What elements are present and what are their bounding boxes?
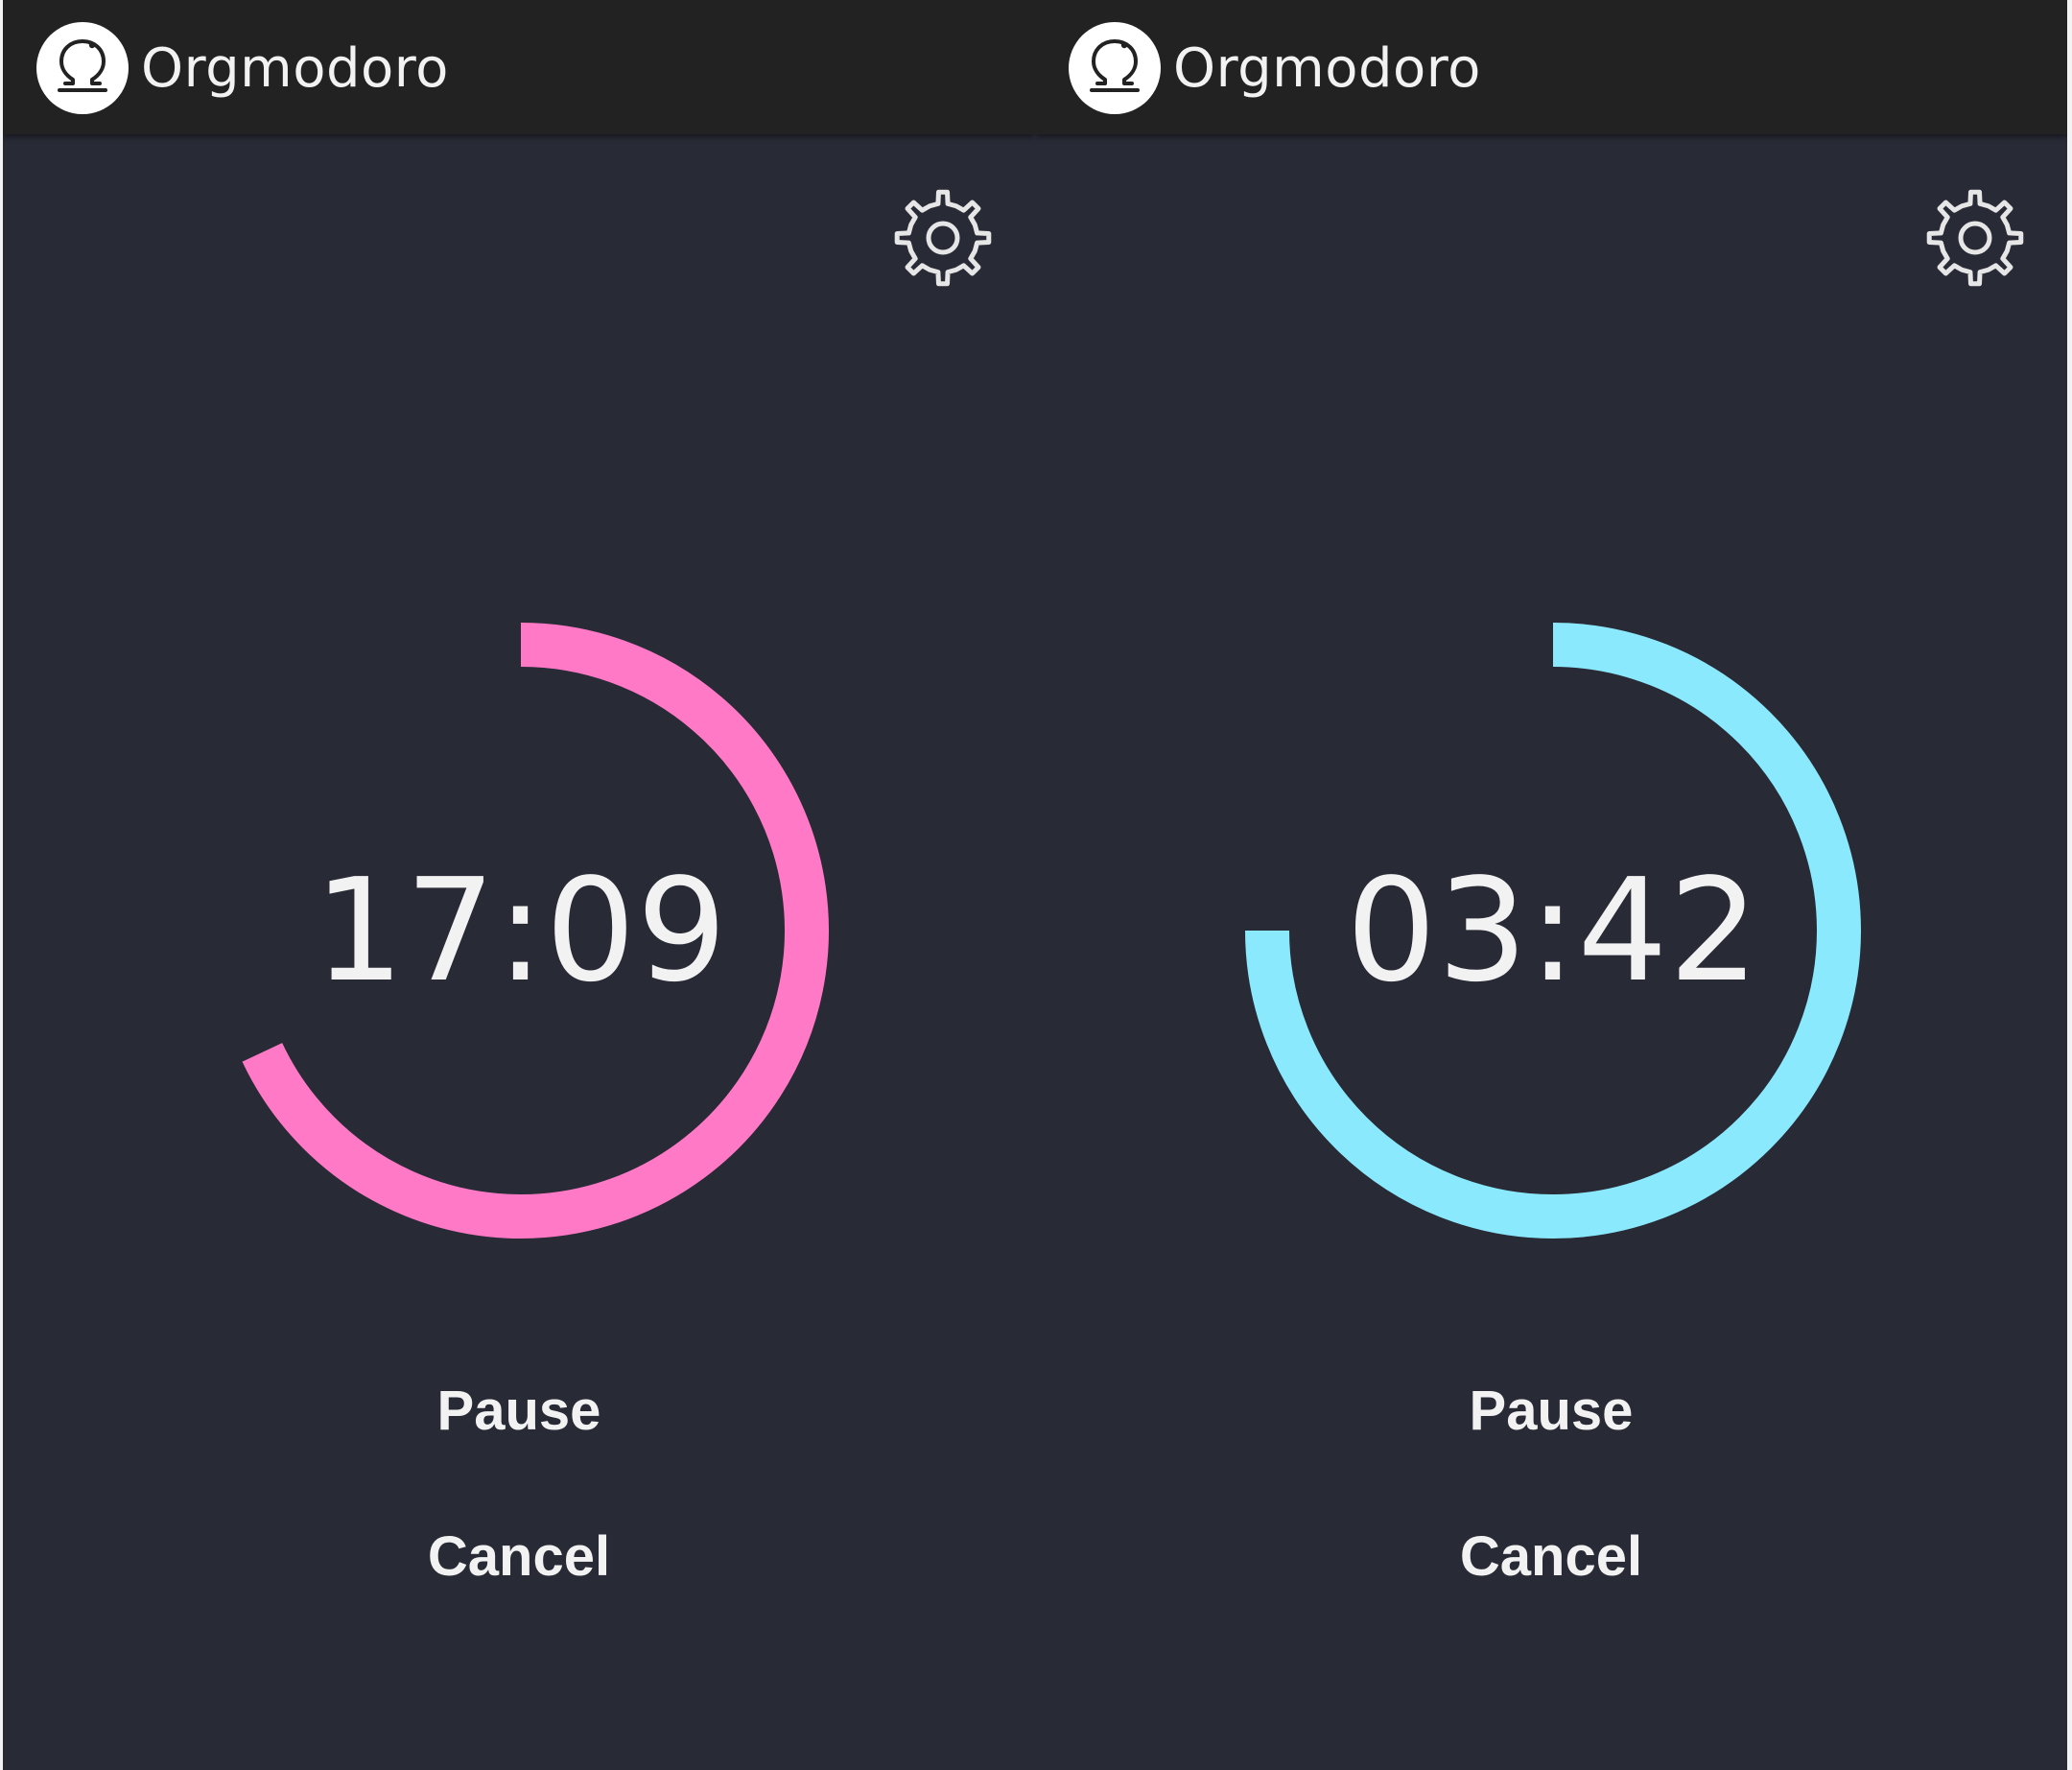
settings-button[interactable]: [893, 188, 993, 288]
app-title: Orgmodoro: [141, 37, 449, 100]
app-bar: Orgmodoro: [3, 0, 1035, 134]
timer-dial: 17:09: [195, 604, 847, 1257]
pause-button[interactable]: Pause: [1035, 1379, 2067, 1443]
gear-icon: [894, 189, 992, 287]
app-title: Orgmodoro: [1173, 37, 1481, 100]
gear-icon: [1926, 189, 2024, 287]
omega-icon: [1071, 25, 1158, 111]
time-remaining: 03:42: [1346, 848, 1760, 1013]
phone-screen-right: Orgmodoro 03:42 Pause Cancel: [1035, 0, 2067, 1770]
timer-dial: 03:42: [1227, 604, 1879, 1257]
app-logo: [1069, 22, 1161, 114]
stage: Orgmodoro 17:09 Pause Cancel Orgmodoro 0…: [0, 0, 2072, 1770]
app-logo: [36, 22, 129, 114]
app-bar: Orgmodoro: [1035, 0, 2067, 134]
omega-icon: [39, 25, 126, 111]
time-remaining: 17:09: [314, 848, 728, 1013]
cancel-button[interactable]: Cancel: [3, 1524, 1035, 1589]
phone-screen-left: Orgmodoro 17:09 Pause Cancel: [3, 0, 1035, 1770]
settings-button[interactable]: [1925, 188, 2025, 288]
pause-button[interactable]: Pause: [3, 1379, 1035, 1443]
cancel-button[interactable]: Cancel: [1035, 1524, 2067, 1589]
